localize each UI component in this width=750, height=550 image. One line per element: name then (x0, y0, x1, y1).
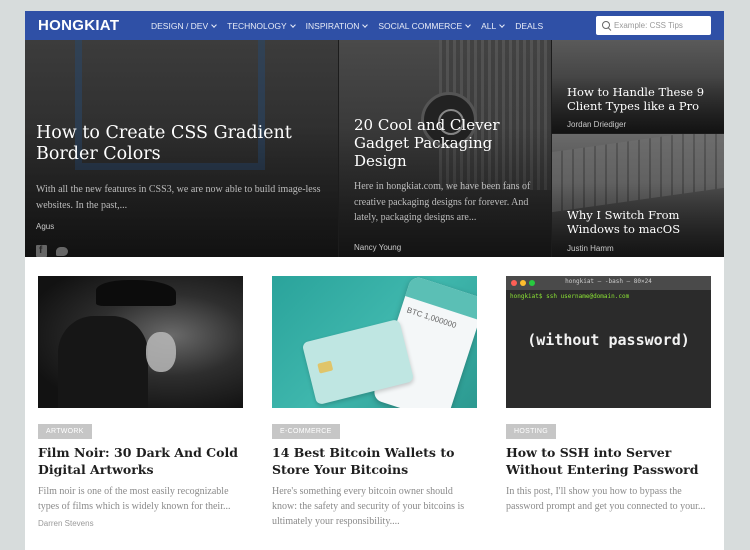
nav-item-label: TECHNOLOGY (227, 20, 287, 31)
nav-item-label: DEALS (515, 20, 544, 31)
card-image-hat (96, 280, 176, 306)
card-excerpt: In this post, I'll show you how to bypas… (506, 486, 706, 512)
chevron-down-icon (289, 21, 296, 28)
hero-main-excerpt: With all the new features in CSS3, we ar… (36, 184, 321, 211)
hero-right-bottom-title[interactable]: Why I Switch From Windows to macOS (567, 208, 722, 237)
page: HONGKIAT DESIGN / DEV TECHNOLOGY INSPIRA… (25, 11, 724, 550)
chevron-down-icon (499, 21, 506, 28)
card-image[interactable]: BTC 1,000000 (272, 276, 477, 408)
terminal-title-bar: hongkiat — -bash — 80×24 (506, 276, 711, 290)
facebook-icon[interactable] (36, 245, 47, 257)
card-title[interactable]: 14 Best Bitcoin Wallets to Store Your Bi… (272, 445, 477, 479)
hero-main-article[interactable]: How to Create CSS Gradient Border Colors… (25, 40, 338, 257)
search-box (596, 16, 711, 35)
hero-main-title[interactable]: How to Create CSS Gradient Border Colors (36, 123, 326, 165)
top-navigation-bar: HONGKIAT DESIGN / DEV TECHNOLOGY INSPIRA… (25, 11, 724, 40)
nav-item-all[interactable]: ALL (481, 20, 506, 31)
nav-item-label: DESIGN / DEV (151, 20, 209, 31)
chevron-down-icon (465, 21, 471, 28)
card-title[interactable]: How to SSH into Server Without Entering … (506, 445, 711, 479)
hero-middle-excerpt: Here in hongkiat.com, we have been fans … (354, 181, 531, 223)
card-excerpt: Here's something every bitcoin owner sho… (272, 486, 465, 527)
chevron-down-icon (362, 21, 369, 28)
nav-item-technology[interactable]: TECHNOLOGY (227, 20, 296, 31)
hero-right-bottom-author[interactable]: Justin Hamm (567, 244, 614, 253)
hero-middle-article[interactable]: 20 Cool and Clever Gadget Packaging Desi… (339, 40, 551, 257)
category-tag[interactable]: E-COMMERCE (272, 424, 340, 439)
terminal-window-title: hongkiat — -bash — 80×24 (565, 278, 652, 285)
nav-item-deals[interactable]: DEALS (515, 21, 543, 31)
hero-middle-author[interactable]: Nancy Young (354, 243, 401, 252)
hero-right-top-title[interactable]: How to Handle These 9 Client Types like … (567, 85, 722, 114)
search-icon[interactable] (602, 21, 610, 29)
terminal-caption: (without password) (527, 331, 690, 349)
terminal-prompt: hongkiat$ ssh username@domain.com (510, 293, 630, 300)
hero-right-top-author[interactable]: Jordan Driediger (567, 120, 626, 129)
nav-item-label: SOCIAL COMMERCE (378, 20, 463, 31)
nav-item-label: INSPIRATION (305, 20, 360, 31)
card-excerpt: Film noir is one of the most easily reco… (38, 486, 231, 512)
chevron-down-icon (211, 21, 217, 28)
nav-item-label: ALL (481, 20, 497, 31)
nav-item-design-dev[interactable]: DESIGN / DEV (151, 20, 217, 31)
card-author[interactable]: Darren Stevens (38, 519, 94, 528)
card-title[interactable]: Film Noir: 30 Dark And Cold Digital Artw… (38, 445, 243, 479)
category-tag[interactable]: ARTWORK (38, 424, 92, 439)
nav-item-social-commerce[interactable]: SOCIAL COMMERCE (378, 20, 471, 31)
featured-hero: How to Create CSS Gradient Border Colors… (25, 40, 724, 257)
hero-right-bottom-article[interactable]: Why I Switch From Windows to macOS Justi… (552, 134, 724, 257)
hero-middle-title[interactable]: 20 Cool and Clever Gadget Packaging Desi… (354, 116, 544, 170)
hero-right-top-article[interactable]: How to Handle These 9 Client Types like … (552, 40, 724, 133)
search-input[interactable] (614, 16, 709, 35)
site-logo[interactable]: HONGKIAT (38, 17, 119, 34)
twitter-icon[interactable] (56, 247, 68, 256)
nav-item-inspiration[interactable]: INSPIRATION (305, 20, 369, 31)
category-tag[interactable]: HOSTING (506, 424, 556, 439)
card-image[interactable]: hongkiat — -bash — 80×24 hongkiat$ ssh u… (506, 276, 711, 408)
card-image-face (146, 332, 176, 372)
main-nav: DESIGN / DEV TECHNOLOGY INSPIRATION SOCI… (151, 11, 554, 40)
card-image-chip (317, 360, 334, 374)
card-image[interactable] (38, 276, 243, 408)
hero-main-author[interactable]: Agus (36, 222, 54, 231)
card-image-figure (58, 316, 148, 408)
